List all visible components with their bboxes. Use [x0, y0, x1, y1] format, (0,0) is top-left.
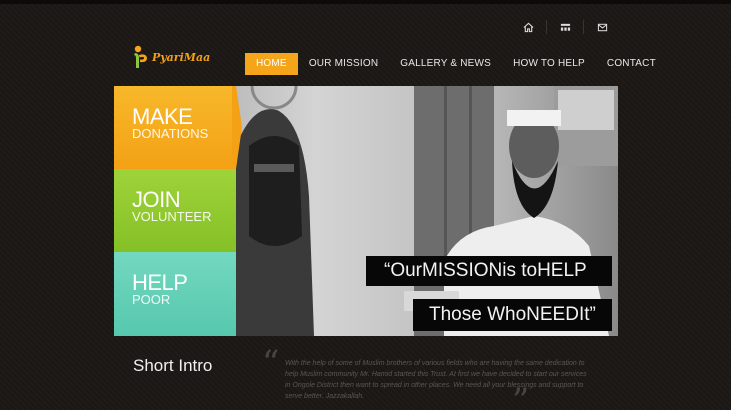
nav-our-mission[interactable]: OUR MISSION — [298, 53, 389, 75]
intro-heading: Short Intro — [133, 356, 213, 375]
top-utility-icons — [510, 20, 620, 34]
hero-tagline-line-2: Those WhoNEEDIt” — [413, 299, 612, 331]
open-quote-icon: “ — [262, 343, 280, 383]
nav-home[interactable]: HOME — [245, 53, 298, 75]
cta-small-label: POOR — [132, 292, 171, 307]
nav-gallery-news[interactable]: GALLERY & NEWS — [389, 53, 502, 75]
nav-contact[interactable]: CONTACT — [596, 53, 667, 75]
cta-big-label: JOIN — [132, 187, 181, 212]
sitemap-icon[interactable] — [547, 20, 583, 34]
hero-tagline-line-1: “OurMISSIONis toHELP — [366, 256, 612, 286]
nav-how-to-help[interactable]: HOW TO HELP — [502, 53, 596, 75]
home-icon[interactable] — [510, 20, 546, 34]
site-logo[interactable]: PyariMaa — [132, 44, 210, 70]
intro-text: With the help of some of Muslim brothers… — [285, 360, 587, 400]
mail-icon[interactable] — [584, 20, 620, 34]
join-volunteer-button[interactable]: JOIN VOLUNTEER — [114, 169, 236, 252]
cta-small-label: DONATIONS — [132, 126, 209, 141]
main-nav: HOME OUR MISSION GALLERY & NEWS HOW TO H… — [245, 53, 667, 75]
logo-text: PyariMaa — [152, 50, 211, 64]
cta-small-label: VOLUNTEER — [132, 209, 212, 224]
cta-big-label: MAKE — [132, 104, 193, 129]
close-quote-icon: ” — [512, 381, 530, 410]
cta-arrow-icon — [232, 86, 242, 169]
cta-big-label: HELP — [132, 270, 188, 295]
make-donations-button[interactable]: MAKE DONATIONS — [114, 86, 242, 169]
top-border — [0, 0, 731, 4]
help-poor-button[interactable]: HELP POOR — [114, 252, 236, 336]
logo-mark-icon — [132, 44, 150, 70]
